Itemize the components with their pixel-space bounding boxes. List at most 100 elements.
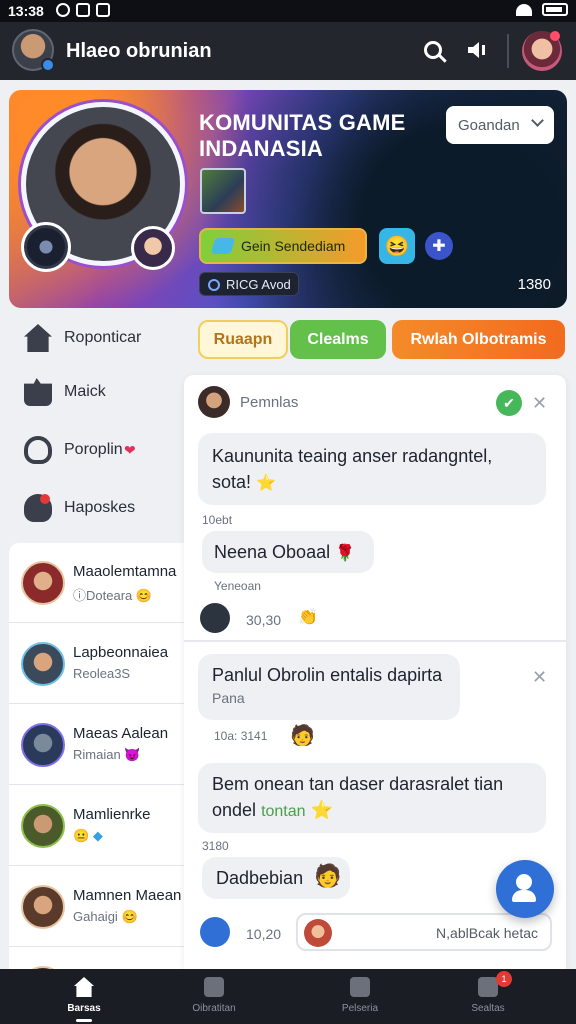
emoji-button[interactable]: 😆 (379, 228, 415, 264)
list-item[interactable]: Maaolemtamna ⓘDoteara 😊 (9, 543, 185, 623)
tab-rwlah[interactable]: Rwlah Olbotramis (392, 320, 565, 359)
bottom-nav-gallery[interactable]: Pelseria (288, 969, 432, 1024)
nav-label: Maick (64, 383, 106, 400)
divider (184, 640, 566, 642)
message-text: ondel (212, 800, 257, 820)
select-value: Goandan (458, 116, 520, 134)
info-icon (208, 279, 220, 291)
avatar (21, 804, 65, 848)
avatar (21, 642, 65, 686)
neutral-emoji-icon: 😐 (73, 828, 90, 843)
list-item[interactable] (9, 948, 185, 969)
smile-emoji-icon: 😊 (121, 909, 138, 924)
close-icon[interactable]: ✕ (532, 393, 547, 414)
community-select[interactable]: Goandan (446, 106, 554, 144)
friends-icon (478, 977, 498, 997)
friend-name: Mamnen Maean (73, 887, 182, 904)
message-text: Neena Oboaal (214, 542, 331, 562)
status-time: 13:38 (8, 3, 44, 19)
profile-avatar[interactable] (12, 29, 55, 72)
home-icon (74, 977, 94, 997)
list-item[interactable]: Mamlienrke 😐 ◆ (9, 786, 185, 866)
friend-name: Mamlienrke (73, 806, 151, 823)
app-bar: Hlaeo obrunian (0, 22, 576, 80)
join-label: Gein Sendediam (241, 238, 346, 254)
nav-label: Poroplin (64, 441, 123, 458)
battery-icon (542, 3, 568, 16)
reaction-time: 10,20 (246, 926, 282, 942)
friend-sub: Doteara (86, 588, 133, 603)
notification-dot (40, 494, 50, 504)
puzzle-icon: ✚ (432, 238, 446, 255)
friend-name: Lapbeonnaiea (73, 644, 169, 661)
nav-item-groups[interactable]: Haposkes (0, 484, 184, 532)
tab-label: Clealms (307, 330, 369, 348)
nav-item-games[interactable]: Maick (0, 368, 184, 416)
notification-icon (56, 3, 70, 17)
highlight-text: tontan (261, 803, 306, 820)
chevron-down-icon (531, 114, 544, 127)
flower-emoji-icon: 🌹 (335, 545, 356, 562)
friend-sub: Gahaigi (73, 909, 118, 924)
notification-dot (550, 31, 560, 41)
message-time: Yeneoan (214, 579, 261, 593)
heart-icon: ❤ (124, 441, 136, 458)
tab-clealms[interactable]: Clealms (290, 320, 386, 359)
new-chat-button[interactable] (496, 860, 554, 918)
member-avatar (131, 226, 175, 270)
message-text: Dadbebian (216, 868, 304, 888)
share-icon[interactable] (200, 917, 230, 947)
friend-status: 😐 ◆ (73, 828, 103, 844)
app-icon (96, 3, 110, 17)
person-icon (24, 436, 52, 464)
friend-name: Maaolemtamna (73, 563, 177, 580)
chip-label: RICG Avod (226, 276, 291, 292)
devil-emoji-icon: 😈 (124, 747, 141, 762)
bottom-nav-home[interactable]: Barsas (12, 969, 156, 1024)
user-avatar[interactable] (522, 31, 562, 71)
message-input[interactable]: N,ablBcak hetac (296, 913, 552, 951)
reaction-time: 30,30 (246, 612, 282, 628)
search-button[interactable] (418, 35, 448, 65)
bottom-nav-label: Barsas (67, 1003, 101, 1014)
check-icon[interactable]: ✔ (496, 390, 522, 416)
laughing-emoji-icon: 😆 (384, 235, 410, 258)
notification-badge: 1 (496, 971, 512, 987)
puzzle-icon (24, 378, 52, 406)
search-icon (424, 41, 442, 59)
close-icon[interactable]: ✕ (532, 667, 547, 688)
speaker-icon (468, 42, 485, 58)
storage-icon (76, 3, 90, 17)
game-thumbnail[interactable] (200, 168, 246, 214)
bird-icon[interactable] (200, 603, 230, 633)
camera-icon[interactable] (21, 222, 71, 272)
friend-status: Gahaigi 😊 (73, 909, 138, 925)
audio-button[interactable] (462, 35, 492, 65)
nav-label: Roponticar (64, 329, 142, 346)
avatar (304, 919, 332, 947)
message-time: 10a: 3141 (214, 729, 268, 743)
avatar (21, 885, 65, 929)
message-bubble: Bem onean tan daser darasralet tian onde… (198, 763, 546, 833)
tab-ruaapn[interactable]: Ruaapn (198, 320, 288, 359)
input-placeholder: N,ablBcak hetac (436, 925, 538, 941)
friend-list: Maaolemtamna ⓘDoteara 😊 Lapbeonnaiea Reo… (9, 543, 185, 969)
puzzle-button[interactable]: ✚ (425, 232, 453, 260)
status-chip[interactable]: RICG Avod (199, 272, 299, 296)
message-time: 10ebt (202, 513, 233, 527)
bottom-nav-friends[interactable]: 1 Sealtas (416, 969, 560, 1024)
join-button[interactable]: Gein Sendediam (199, 228, 367, 264)
list-item[interactable]: Lapbeonnaiea Reolea3S (9, 624, 185, 704)
friend-name: Maeas Aalean (73, 725, 169, 742)
list-item[interactable]: Maeas Aalean Rimaian 😈 (9, 705, 185, 785)
list-item[interactable]: Mamnen Maean Gahaigi 😊 (9, 867, 185, 947)
nav-item-profile[interactable]: Poroplin ❤ (0, 426, 184, 474)
bottom-nav-label: Pelseria (341, 1003, 379, 1014)
chat-icon (204, 977, 224, 997)
nav-item-home[interactable]: Roponticar (0, 314, 184, 362)
tab-label: Rwlah Olbotramis (410, 330, 547, 348)
bottom-nav-chat[interactable]: Oibratitan (142, 969, 286, 1024)
person-icon (516, 874, 532, 890)
avatar (21, 723, 65, 767)
message-title: Panlul Obrolin entalis dapirta (212, 665, 443, 685)
